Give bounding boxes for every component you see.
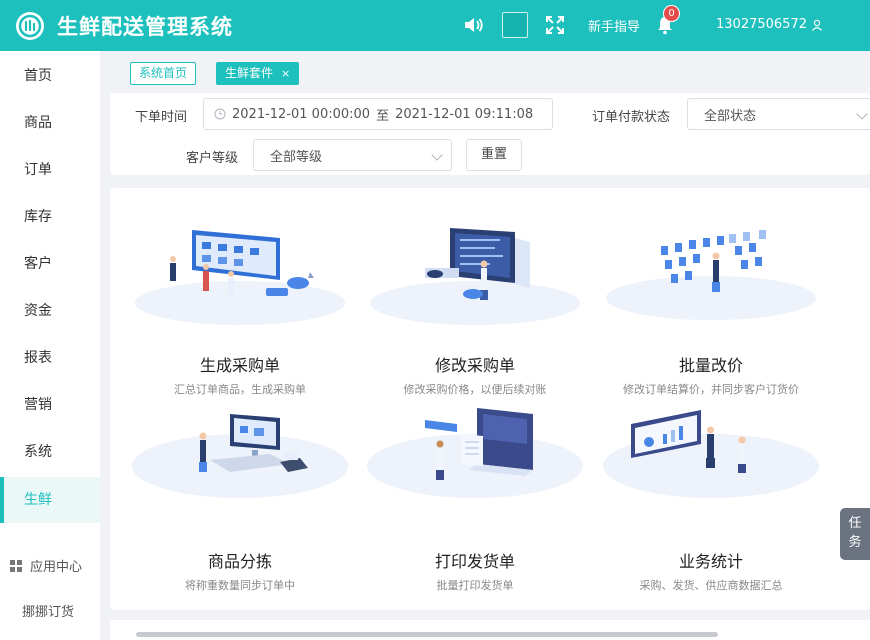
feature-cards: 生成采购单 汇总订单商品，生成采购单 修改采购单 修改采购价格，以便后续对账 批… [110, 188, 870, 610]
card-print-delivery[interactable]: 打印发货单 批量打印发货单 [359, 404, 591, 594]
guide-link[interactable]: 新手指导 [588, 16, 640, 35]
purchase-board-illustration [135, 230, 345, 325]
date-range-picker[interactable]: 2021-12-01 00:00:00 至 2021-12-01 09:11:0… [203, 98, 553, 130]
customer-level-label: 客户等级 [186, 151, 239, 166]
bottom-panel [110, 620, 870, 640]
order-time-label: 下单时间 [135, 110, 188, 125]
card-title: 生成采购单 [199, 356, 280, 375]
task-label-line2: 务 [848, 535, 862, 550]
sidebar: 首页 商品 订单 库存 客户 资金 报表 营销 系统 生鲜 应用中心 挪挪订货 [0, 51, 100, 640]
user-info[interactable]: 13027506572 [716, 17, 823, 32]
square-button[interactable] [502, 12, 528, 38]
task-label-line1: 任 [848, 516, 862, 531]
card-title: 打印发货单 [434, 552, 515, 571]
task-float-button[interactable]: 任 务 [840, 508, 870, 560]
pay-status-select[interactable]: 全部状态 [687, 98, 870, 130]
tab-fresh-suite[interactable]: 生鲜套件 × [216, 62, 300, 85]
close-icon[interactable]: × [281, 67, 290, 80]
card-title: 商品分拣 [207, 552, 272, 571]
card-batch-price[interactable]: 批量改价 修改订单结算价，并同步客户订货价 [595, 208, 827, 398]
tab-system-home[interactable]: 系统首页 [130, 62, 197, 85]
sidebar-item-stock[interactable]: 库存 [0, 194, 100, 240]
edit-purchase-illustration [370, 228, 580, 325]
grid-icon [10, 559, 22, 572]
horizontal-scrollbar[interactable] [136, 632, 718, 637]
sidebar-item-fresh[interactable]: 生鲜 [0, 477, 100, 523]
notification-badge: 0 [663, 5, 680, 22]
customer-level-value: 全部等级 [270, 149, 323, 165]
sidebar-item-goods[interactable]: 商品 [0, 100, 100, 146]
card-description: 修改订单结算价，并同步客户订货价 [623, 383, 799, 396]
card-description: 修改采购价格，以便后续对账 [403, 383, 547, 396]
user-icon [812, 19, 822, 31]
card-title: 业务统计 [678, 552, 743, 571]
card-business-stats[interactable]: 业务统计 采购、发货、供应商数据汇总 [595, 404, 827, 594]
top-header: 生鲜配送管理系统 新手指导 0 13027506572 [0, 0, 870, 51]
pay-status-value: 全部状态 [704, 108, 757, 124]
card-description: 采购、发货、供应商数据汇总 [639, 579, 783, 592]
app-center-label: 应用中心 [30, 560, 83, 575]
chevron-down-icon [856, 108, 868, 120]
speaker-icon[interactable] [463, 14, 485, 36]
batch-price-illustration [606, 230, 816, 320]
sidebar-item-orders[interactable]: 订单 [0, 147, 100, 193]
card-sorting[interactable]: 商品分拣 将称重数量同步订单中 [124, 404, 356, 594]
sorting-illustration [132, 414, 348, 498]
fullscreen-icon[interactable] [544, 14, 566, 36]
app-title: 生鲜配送管理系统 [57, 15, 233, 39]
logo-icon [16, 12, 44, 40]
card-title: 修改采购单 [434, 356, 515, 375]
pay-status-label: 订单付款状态 [592, 110, 671, 125]
clock-icon [214, 108, 226, 120]
user-phone: 13027506572 [716, 17, 807, 32]
tab-bar: 系统首页 生鲜套件 × [100, 51, 870, 93]
date-end: 2021-12-01 09:11:08 [395, 106, 534, 122]
business-stats-illustration [603, 410, 819, 498]
tab-label: 生鲜套件 [225, 66, 274, 80]
filter-panel: 下单时间 2021-12-01 00:00:00 至 2021-12-01 09… [110, 93, 870, 175]
card-edit-purchase[interactable]: 修改采购单 修改采购价格，以便后续对账 [359, 208, 591, 398]
print-delivery-illustration [367, 408, 583, 498]
sidebar-item-marketing[interactable]: 营销 [0, 382, 100, 428]
card-description: 批量打印发货单 [436, 579, 514, 592]
card-description: 将称重数量同步订单中 [185, 579, 295, 592]
customer-level-select[interactable]: 全部等级 [253, 139, 452, 171]
sidebar-item-funds[interactable]: 资金 [0, 288, 100, 334]
card-description: 汇总订单商品，生成采购单 [174, 383, 306, 396]
date-start: 2021-12-01 00:00:00 [232, 106, 371, 122]
app-center-link[interactable]: 应用中心 [10, 556, 82, 575]
card-generate-purchase[interactable]: 生成采购单 汇总订单商品，生成采购单 [124, 208, 356, 398]
sidebar-item-customers[interactable]: 客户 [0, 241, 100, 287]
sidebar-item-reports[interactable]: 报表 [0, 335, 100, 381]
tab-label: 系统首页 [139, 66, 188, 80]
reset-button[interactable]: 重置 [466, 139, 522, 171]
sidebar-item-system[interactable]: 系统 [0, 429, 100, 475]
sidebar-bottom-link[interactable]: 挪挪订货 [22, 601, 74, 620]
card-title: 批量改价 [678, 356, 743, 375]
sidebar-item-home[interactable]: 首页 [0, 53, 100, 99]
date-separator: 至 [376, 108, 390, 124]
chevron-down-icon [431, 149, 443, 161]
